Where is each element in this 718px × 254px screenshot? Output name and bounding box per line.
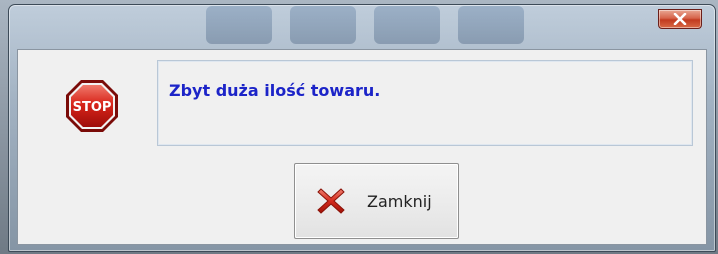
red-x-icon bbox=[317, 188, 345, 214]
dialog-content: STOP Zbyt duża ilość towaru. Zamknij bbox=[17, 49, 707, 245]
close-icon bbox=[673, 13, 687, 25]
error-dialog: STOP Zbyt duża ilość towaru. Zamknij bbox=[8, 4, 716, 252]
close-button-label: Zamknij bbox=[367, 191, 432, 211]
dialog-titlebar[interactable] bbox=[9, 5, 715, 47]
titlebar-close-button[interactable] bbox=[658, 9, 702, 29]
message-panel: Zbyt duża ilość towaru. bbox=[157, 60, 693, 146]
error-message: Zbyt duża ilość towaru. bbox=[169, 81, 381, 100]
stop-sign-icon: STOP bbox=[66, 80, 118, 132]
stop-icon-text: STOP bbox=[73, 100, 112, 115]
close-button[interactable]: Zamknij bbox=[294, 163, 459, 239]
